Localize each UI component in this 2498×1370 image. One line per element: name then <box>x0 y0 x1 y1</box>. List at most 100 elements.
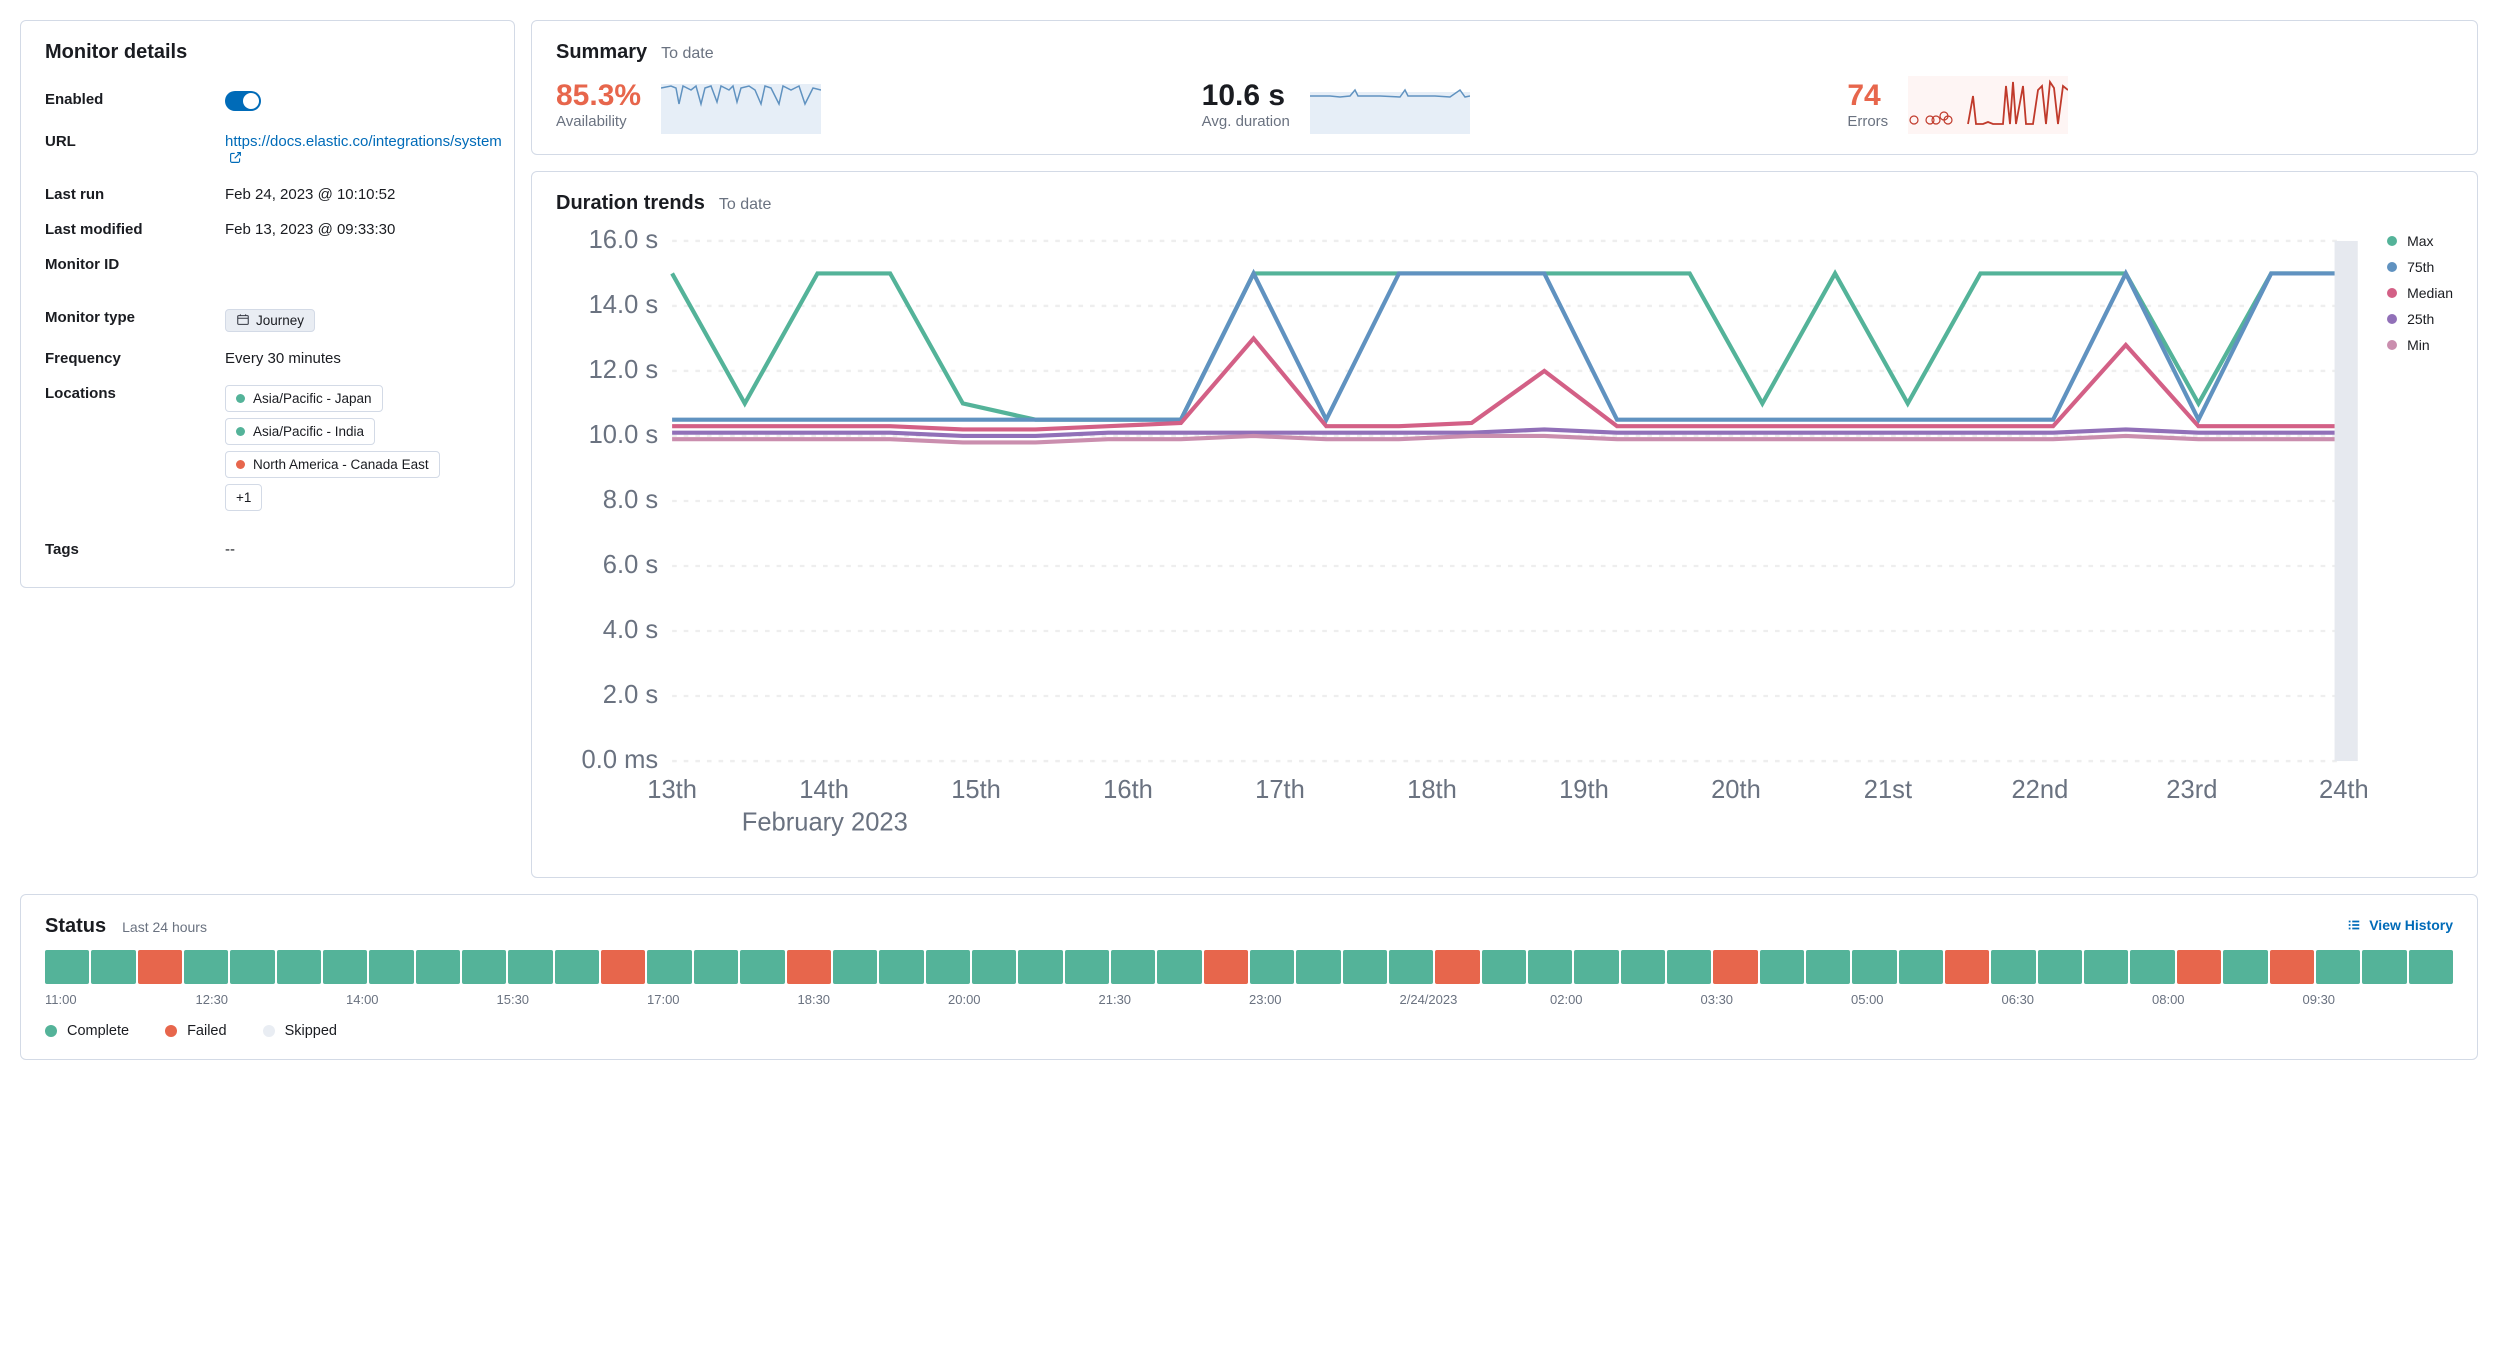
status-bar-segment[interactable] <box>1760 950 1804 984</box>
status-bar-segment[interactable] <box>1991 950 2035 984</box>
status-time-label: 11:00 <box>45 992 196 1007</box>
status-bar-segment[interactable] <box>416 950 460 984</box>
svg-text:10.0 s: 10.0 s <box>589 421 659 449</box>
value-last-modified: Feb 13, 2023 @ 09:33:30 <box>225 221 490 238</box>
status-bar-segment[interactable] <box>2362 950 2406 984</box>
label-enabled: Enabled <box>45 91 225 108</box>
status-panel: Status Last 24 hours View History 11:001… <box>20 894 2478 1060</box>
status-bar-segment[interactable] <box>2409 950 2453 984</box>
status-time-label: 17:00 <box>647 992 798 1007</box>
status-bar-segment[interactable] <box>1528 950 1572 984</box>
legend-item[interactable]: Median <box>2387 285 2453 301</box>
external-link-icon <box>229 151 242 168</box>
status-bar-segment[interactable] <box>1945 950 1989 984</box>
status-bar-segment[interactable] <box>138 950 182 984</box>
legend-swatch-icon <box>2387 262 2397 272</box>
more-locations-chip[interactable]: +1 <box>225 484 262 511</box>
value-tags: -- <box>225 541 490 558</box>
status-bar-segment[interactable] <box>1250 950 1294 984</box>
status-bar-segment[interactable] <box>787 950 831 984</box>
summary-title: Summary <box>556 41 647 64</box>
status-bar-segment[interactable] <box>647 950 691 984</box>
svg-text:6.0 s: 6.0 s <box>603 551 658 579</box>
status-bar-segment[interactable] <box>462 950 506 984</box>
location-label: Asia/Pacific - Japan <box>253 391 372 406</box>
svg-text:15th: 15th <box>951 776 1001 804</box>
status-title: Status <box>45 915 106 938</box>
status-bar-segment[interactable] <box>369 950 413 984</box>
legend-item[interactable]: Max <box>2387 233 2453 249</box>
status-bar-segment[interactable] <box>1296 950 1340 984</box>
status-bar-segment[interactable] <box>2177 950 2221 984</box>
status-bar-segment[interactable] <box>1621 950 1665 984</box>
label-last-run: Last run <box>45 186 225 203</box>
status-bar-segment[interactable] <box>2130 950 2174 984</box>
status-bar-segment[interactable] <box>2038 950 2082 984</box>
status-bar-segment[interactable] <box>2316 950 2360 984</box>
legend-item[interactable]: 75th <box>2387 259 2453 275</box>
status-bar-segment[interactable] <box>2270 950 2314 984</box>
status-bar-segment[interactable] <box>184 950 228 984</box>
status-bar-segment[interactable] <box>601 950 645 984</box>
monitor-details-panel: Monitor details Enabled URL https://docs… <box>20 20 515 588</box>
svg-text:12.0 s: 12.0 s <box>589 356 659 384</box>
status-bar-segment[interactable] <box>926 950 970 984</box>
errors-value: 74 <box>1847 80 1888 112</box>
status-bar-segment[interactable] <box>1713 950 1757 984</box>
status-bar-segment[interactable] <box>740 950 784 984</box>
status-bar-segment[interactable] <box>323 950 367 984</box>
value-frequency: Every 30 minutes <box>225 350 490 367</box>
status-bar-segment[interactable] <box>1389 950 1433 984</box>
legend-swatch-icon <box>2387 314 2397 324</box>
legend-item[interactable]: 25th <box>2387 311 2453 327</box>
status-bar-segment[interactable] <box>1574 950 1618 984</box>
status-bar-segment[interactable] <box>508 950 552 984</box>
status-bar-segment[interactable] <box>1204 950 1248 984</box>
status-bar-segment[interactable] <box>1899 950 1943 984</box>
svg-text:14th: 14th <box>799 776 849 804</box>
status-bar-segment[interactable] <box>230 950 274 984</box>
status-bar-segment[interactable] <box>1435 950 1479 984</box>
monitor-details-title: Monitor details <box>45 41 490 64</box>
status-bar-segment[interactable] <box>2084 950 2128 984</box>
status-bar-segment[interactable] <box>1667 950 1711 984</box>
status-bar-segment[interactable] <box>1343 950 1387 984</box>
location-chip[interactable]: Asia/Pacific - India <box>225 418 375 445</box>
status-bar-segment[interactable] <box>972 950 1016 984</box>
monitor-url-link[interactable]: https://docs.elastic.co/integrations/sys… <box>225 133 502 167</box>
legend-label: Max <box>2407 233 2433 249</box>
status-bar-segment[interactable] <box>2223 950 2267 984</box>
status-bar-segment[interactable] <box>694 950 738 984</box>
status-time-label: 03:30 <box>1701 992 1852 1007</box>
status-bar-segment[interactable] <box>555 950 599 984</box>
status-bar-segment[interactable] <box>1806 950 1850 984</box>
location-chip[interactable]: North America - Canada East <box>225 451 440 478</box>
status-bar-segment[interactable] <box>1852 950 1896 984</box>
errors-label: Errors <box>1847 113 1888 130</box>
status-bar-segment[interactable] <box>1018 950 1062 984</box>
svg-text:20th: 20th <box>1711 776 1761 804</box>
status-bar-segment[interactable] <box>1065 950 1109 984</box>
availability-value: 85.3% <box>556 80 641 112</box>
status-bar-segment[interactable] <box>833 950 877 984</box>
status-bar-segment[interactable] <box>1482 950 1526 984</box>
enabled-toggle[interactable] <box>225 91 261 111</box>
status-bar-segment[interactable] <box>91 950 135 984</box>
status-bar-segment[interactable] <box>45 950 89 984</box>
legend-item[interactable]: Min <box>2387 337 2453 353</box>
availability-spark <box>661 76 821 134</box>
legend-label: 75th <box>2407 259 2434 275</box>
status-bar-segment[interactable] <box>1157 950 1201 984</box>
svg-text:23rd: 23rd <box>2166 776 2217 804</box>
trends-subtitle: To date <box>719 196 771 214</box>
status-bar-segment[interactable] <box>879 950 923 984</box>
status-time-label: 06:30 <box>2002 992 2153 1007</box>
duration-trends-chart[interactable]: 0.0 ms2.0 s4.0 s6.0 s8.0 s10.0 s12.0 s14… <box>556 227 2367 854</box>
status-bar-segment[interactable] <box>277 950 321 984</box>
label-url: URL <box>45 133 225 150</box>
location-chip[interactable]: Asia/Pacific - Japan <box>225 385 383 412</box>
status-bar-segment[interactable] <box>1111 950 1155 984</box>
summary-subtitle: To date <box>661 45 713 63</box>
view-history-link[interactable]: View History <box>2347 917 2453 933</box>
svg-text:4.0 s: 4.0 s <box>603 616 658 644</box>
